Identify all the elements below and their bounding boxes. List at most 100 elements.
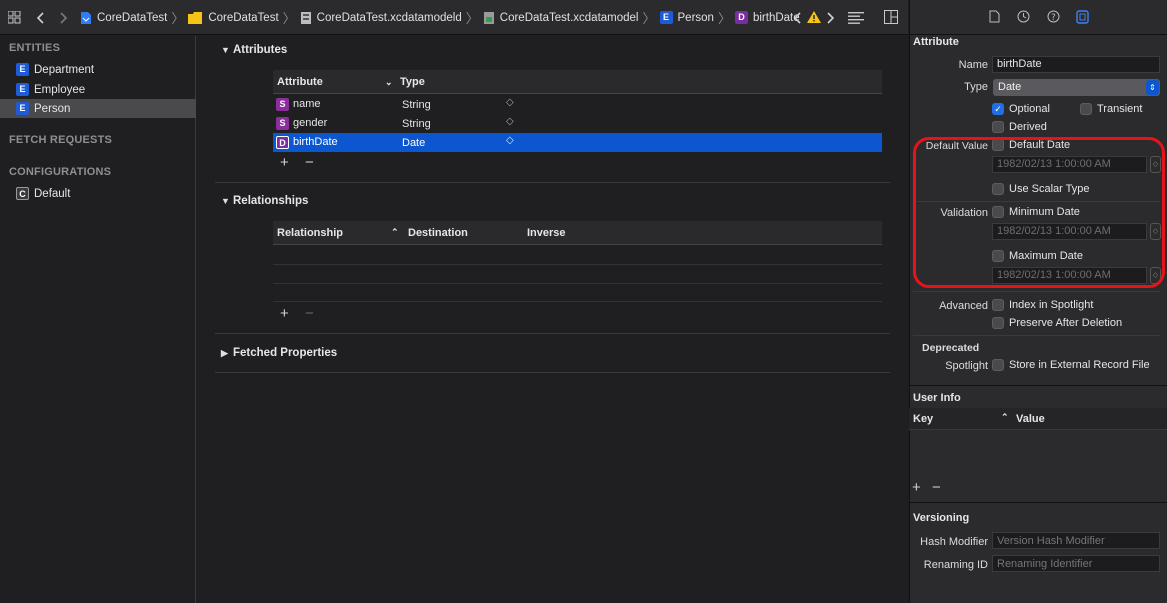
fetched-properties-section-toggle[interactable]: ▶ Fetched Properties xyxy=(221,347,337,359)
chevron-right-icon[interactable] xyxy=(57,0,71,37)
section-divider xyxy=(215,372,890,373)
attributes-title: Attributes xyxy=(233,44,288,56)
fetch-requests-header: FETCH REQUESTS xyxy=(9,134,113,146)
add-attribute-button[interactable]: + xyxy=(280,154,289,171)
value-column-header[interactable]: Value xyxy=(1016,413,1045,425)
name-field[interactable]: birthDate xyxy=(992,56,1160,73)
sort-chevron-up-icon[interactable]: ⌃ xyxy=(391,227,399,238)
attributes-table-header: Attribute ⌄ Type xyxy=(273,70,882,94)
entities-header: ENTITIES xyxy=(9,42,61,54)
store-external-record-label: Store in External Record File xyxy=(1009,359,1150,371)
breadcrumb-label: CoreDataTest.xcdatamodeld xyxy=(316,11,462,24)
type-column-header[interactable]: Type xyxy=(400,76,425,88)
svg-text:?: ? xyxy=(1051,13,1056,23)
remove-user-info-button[interactable]: − xyxy=(932,479,941,496)
breadcrumb-project[interactable]: CoreDataTest xyxy=(80,11,167,25)
breadcrumb-entity[interactable]: E Person xyxy=(659,11,714,24)
string-attribute-icon: S xyxy=(276,98,289,111)
type-stepper-icon[interactable]: ◇ xyxy=(506,97,514,108)
relationships-section-toggle[interactable]: ▼ Relationships xyxy=(221,195,308,207)
type-stepper-icon[interactable]: ◇ xyxy=(506,135,514,146)
derived-checkbox[interactable] xyxy=(992,121,1004,133)
breadcrumb-label: Person xyxy=(677,11,714,24)
breadcrumb-xcdatamodeld[interactable]: CoreDataTest.xcdatamodeld xyxy=(300,11,462,25)
remove-relationship-button: − xyxy=(305,305,314,322)
attribute-name[interactable]: birthDate xyxy=(293,136,338,148)
sort-chevron-up-icon[interactable]: ⌃ xyxy=(1001,412,1009,423)
grid-icon[interactable] xyxy=(6,0,22,37)
sidebar-item-department[interactable]: E Department xyxy=(0,60,196,79)
history-inspector-icon[interactable] xyxy=(1016,10,1030,24)
transient-label: Transient xyxy=(1097,103,1143,115)
key-column-header[interactable]: Key xyxy=(913,413,933,425)
index-in-spotlight-checkbox[interactable] xyxy=(992,299,1004,311)
sidebar-item-label: Person xyxy=(34,102,71,115)
optional-checkbox[interactable]: ✓ xyxy=(992,103,1004,115)
attribute-type[interactable]: String xyxy=(402,99,431,111)
inverse-column-header[interactable]: Inverse xyxy=(527,227,566,239)
inspector-divider xyxy=(909,502,1167,503)
inspector-divider xyxy=(913,291,1160,292)
project-file-icon xyxy=(81,11,91,24)
table-row-divider xyxy=(273,301,882,302)
breadcrumb-separator: 〉 xyxy=(717,11,731,26)
hash-modifier-field[interactable] xyxy=(992,532,1160,549)
date-attribute-icon: D xyxy=(734,11,748,24)
sidebar-item-default-configuration[interactable]: C Default xyxy=(0,184,196,203)
sort-chevron-down-icon[interactable]: ⌄ xyxy=(385,77,393,88)
relationships-table-header: Relationship ⌃ Destination Inverse xyxy=(273,221,882,245)
section-divider xyxy=(215,333,890,334)
chevron-left-icon[interactable] xyxy=(33,0,47,37)
sidebar-item-employee[interactable]: E Employee xyxy=(0,80,196,99)
advanced-label: Advanced xyxy=(939,300,988,312)
sidebar-item-label: Department xyxy=(34,63,95,76)
attribute-type[interactable]: Date xyxy=(402,137,425,149)
transient-checkbox[interactable] xyxy=(1080,103,1092,115)
add-editor-icon[interactable] xyxy=(882,0,900,37)
index-in-spotlight-label: Index in Spotlight xyxy=(1009,299,1094,311)
preserve-after-deletion-label: Preserve After Deletion xyxy=(1009,317,1123,329)
store-external-record-checkbox[interactable] xyxy=(992,359,1004,371)
issue-forward-icon[interactable] xyxy=(824,0,838,37)
add-user-info-button[interactable]: + xyxy=(912,479,921,496)
data-model-inspector-icon[interactable] xyxy=(1075,10,1089,24)
string-attribute-icon: S xyxy=(276,117,289,130)
type-label: Type xyxy=(964,81,988,93)
attribute-row-birthdate[interactable]: D birthDate Date ◇ xyxy=(273,133,882,152)
issue-back-icon[interactable] xyxy=(790,0,804,37)
remove-attribute-button[interactable]: − xyxy=(305,154,314,171)
preserve-after-deletion-checkbox[interactable] xyxy=(992,317,1004,329)
relationship-column-header[interactable]: Relationship xyxy=(277,227,343,239)
destination-column-header[interactable]: Destination xyxy=(408,227,468,239)
add-relationship-button[interactable]: + xyxy=(280,305,289,322)
configurations-header: CONFIGURATIONS xyxy=(9,166,112,178)
renaming-id-label: Renaming ID xyxy=(923,559,988,571)
name-label: Name xyxy=(958,59,988,71)
warning-icon[interactable] xyxy=(806,0,822,36)
fetched-properties-title: Fetched Properties xyxy=(233,347,338,359)
help-inspector-icon[interactable]: ? xyxy=(1046,10,1060,24)
type-popup-value: Date xyxy=(998,81,1022,93)
attribute-row-name[interactable]: S name String ◇ xyxy=(273,95,882,114)
configuration-icon: C xyxy=(16,187,29,200)
attribute-column-header[interactable]: Attribute xyxy=(277,76,323,88)
attribute-name[interactable]: gender xyxy=(293,117,327,129)
attribute-row-gender[interactable]: S gender String ◇ xyxy=(273,114,882,133)
attributes-section-toggle[interactable]: ▼ Attributes xyxy=(221,44,287,56)
breadcrumb-separator: 〉 xyxy=(465,11,479,26)
editor-lines-icon[interactable] xyxy=(846,0,866,37)
type-popup[interactable]: Date ⇕ xyxy=(993,79,1160,96)
breadcrumb-folder[interactable]: CoreDataTest xyxy=(188,11,279,24)
type-stepper-icon[interactable]: ◇ xyxy=(506,116,514,127)
breadcrumb-label: CoreDataTest.xcdatamodel xyxy=(499,11,639,24)
attribute-type[interactable]: String xyxy=(402,118,431,130)
date-attribute-icon: D xyxy=(276,136,289,149)
file-inspector-icon[interactable] xyxy=(987,10,1001,24)
table-row-divider xyxy=(273,264,882,265)
renaming-id-field[interactable] xyxy=(992,555,1160,572)
inspector-divider xyxy=(909,385,1167,386)
entity-icon: E xyxy=(16,102,29,115)
sidebar-item-person[interactable]: E Person xyxy=(0,99,196,118)
breadcrumb-xcdatamodel[interactable]: CoreDataTest.xcdatamodel xyxy=(483,11,639,25)
attribute-name[interactable]: name xyxy=(293,98,321,110)
